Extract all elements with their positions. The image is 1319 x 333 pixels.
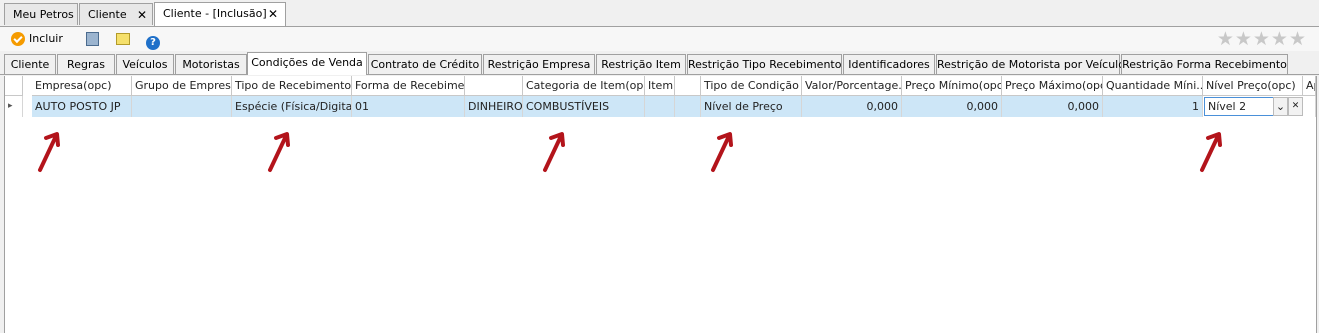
column-header[interactable]: Empresa(opc) bbox=[32, 76, 132, 96]
tab-restricao-item[interactable]: Restrição Item bbox=[596, 54, 686, 74]
annotation-arrow-icon bbox=[268, 132, 290, 172]
sub-tab-bar: Cliente Regras Veículos Motoristas Condi… bbox=[0, 52, 1319, 75]
check-circle-icon bbox=[11, 32, 25, 46]
cell-tipo-condicao[interactable]: Nível de Preço bbox=[701, 96, 802, 117]
tab-cliente[interactable]: Cliente ✕ bbox=[79, 3, 153, 25]
tab-cliente-dados[interactable]: Cliente bbox=[4, 54, 56, 74]
annotation-arrow-icon bbox=[543, 132, 565, 172]
cell-preco-maximo[interactable]: 0,000 bbox=[1002, 96, 1103, 117]
cell-ap[interactable] bbox=[1303, 96, 1316, 117]
tab-meu-petros[interactable]: Meu Petros bbox=[4, 3, 78, 25]
annotation-arrow-icon bbox=[38, 132, 60, 172]
table-row[interactable]: ▸ AUTO POSTO JP Espécie (Física/Digital)… bbox=[5, 96, 1316, 117]
column-header[interactable]: Nível Preço(opc) bbox=[1203, 76, 1303, 96]
help-button[interactable]: ? bbox=[146, 32, 160, 52]
incluir-button[interactable]: Incluir bbox=[11, 29, 63, 49]
cell-tipo-recebimento[interactable]: Espécie (Física/Digital) bbox=[232, 96, 352, 117]
column-header[interactable] bbox=[675, 76, 701, 96]
column-header[interactable]: Preço Mínimo(opc) bbox=[902, 76, 1002, 96]
annotation-arrow-icon bbox=[711, 132, 733, 172]
cell-quantidade-minima[interactable]: 1 bbox=[1103, 96, 1203, 117]
data-grid[interactable]: Empresa(opc) Grupo de Empres... Tipo de … bbox=[4, 76, 1317, 333]
nivel-preco-dropdown[interactable]: Nível 2 bbox=[1204, 97, 1274, 116]
cell-preco-minimo[interactable]: 0,000 bbox=[902, 96, 1002, 117]
cell-forma-recebimento-nome[interactable]: DINHEIRO bbox=[465, 96, 523, 117]
tab-regras[interactable]: Regras bbox=[57, 54, 115, 74]
tab-veiculos[interactable]: Veículos bbox=[116, 54, 174, 74]
close-icon[interactable]: ✕ bbox=[137, 4, 147, 26]
tab-contrato-de-credito[interactable]: Contrato de Crédito bbox=[368, 54, 482, 74]
tab-label: Cliente bbox=[88, 8, 127, 21]
column-header[interactable]: Quantidade Míni... bbox=[1103, 76, 1203, 96]
tab-restricao-empresa[interactable]: Restrição Empresa bbox=[483, 54, 595, 74]
cell-categoria-item[interactable]: COMBUSTÍVEIS bbox=[523, 96, 645, 117]
column-header[interactable]: Categoria de Item(opc) bbox=[523, 76, 645, 96]
cell-forma-recebimento-codigo[interactable]: 01 bbox=[352, 96, 465, 117]
help-icon: ? bbox=[146, 36, 160, 50]
incluir-label: Incluir bbox=[29, 32, 63, 45]
row-indicator-header bbox=[5, 76, 23, 96]
row-indicator[interactable]: ▸ bbox=[5, 96, 23, 117]
tab-condicoes-de-venda[interactable]: Condições de Venda bbox=[247, 52, 367, 75]
cell-grupo-empresa[interactable] bbox=[132, 96, 232, 117]
rating-stars[interactable]: ★★★★★ bbox=[1217, 28, 1307, 50]
chevron-down-icon[interactable]: ⌄ bbox=[1273, 97, 1288, 116]
column-header[interactable]: Ap bbox=[1303, 76, 1316, 96]
notes-button[interactable] bbox=[116, 32, 130, 52]
tab-label: Cliente - [Inclusão] bbox=[163, 7, 267, 20]
clear-icon[interactable]: ✕ bbox=[1288, 97, 1303, 116]
toolbar: Incluir ? ★★★★★ bbox=[0, 27, 1319, 51]
cell-item-nome[interactable] bbox=[675, 96, 701, 117]
tab-motoristas[interactable]: Motoristas bbox=[175, 54, 247, 74]
notes-icon bbox=[116, 33, 130, 45]
annotation-arrow-icon bbox=[1200, 132, 1222, 172]
column-header[interactable]: Tipo de Recebimento... bbox=[232, 76, 352, 96]
document-tab-bar: Meu Petros Cliente ✕ Cliente - [Inclusão… bbox=[0, 0, 1319, 27]
cell-valor-porcentagem[interactable]: 0,000 bbox=[802, 96, 902, 117]
tab-restricao-forma-recebimento[interactable]: Restrição Forma Recebimento bbox=[1121, 54, 1288, 74]
tab-label: Meu Petros bbox=[13, 8, 74, 21]
column-header[interactable] bbox=[465, 76, 523, 96]
column-header[interactable]: Forma de Recebime... bbox=[352, 76, 465, 96]
column-header[interactable]: Item bbox=[645, 76, 675, 96]
column-header[interactable]: Valor/Porcentage... bbox=[802, 76, 902, 96]
close-icon[interactable]: ✕ bbox=[268, 3, 278, 25]
column-header[interactable]: Grupo de Empres... bbox=[132, 76, 232, 96]
tab-identificadores[interactable]: Identificadores bbox=[843, 54, 935, 74]
column-header[interactable]: Tipo de Condição bbox=[701, 76, 802, 96]
tab-cliente-inclusao[interactable]: Cliente - [Inclusão] ✕ bbox=[154, 2, 286, 26]
calculator-icon bbox=[86, 32, 99, 46]
cell-item[interactable] bbox=[645, 96, 675, 117]
cell-empresa[interactable]: AUTO POSTO JP bbox=[32, 96, 132, 117]
tab-restricao-tipo-recebimento[interactable]: Restrição Tipo Recebimento bbox=[687, 54, 842, 74]
column-header[interactable]: Preço Máximo(opc) bbox=[1002, 76, 1103, 96]
tab-restricao-motorista-veiculo[interactable]: Restrição de Motorista por Veículo bbox=[936, 54, 1125, 74]
calculator-button[interactable] bbox=[86, 32, 99, 52]
